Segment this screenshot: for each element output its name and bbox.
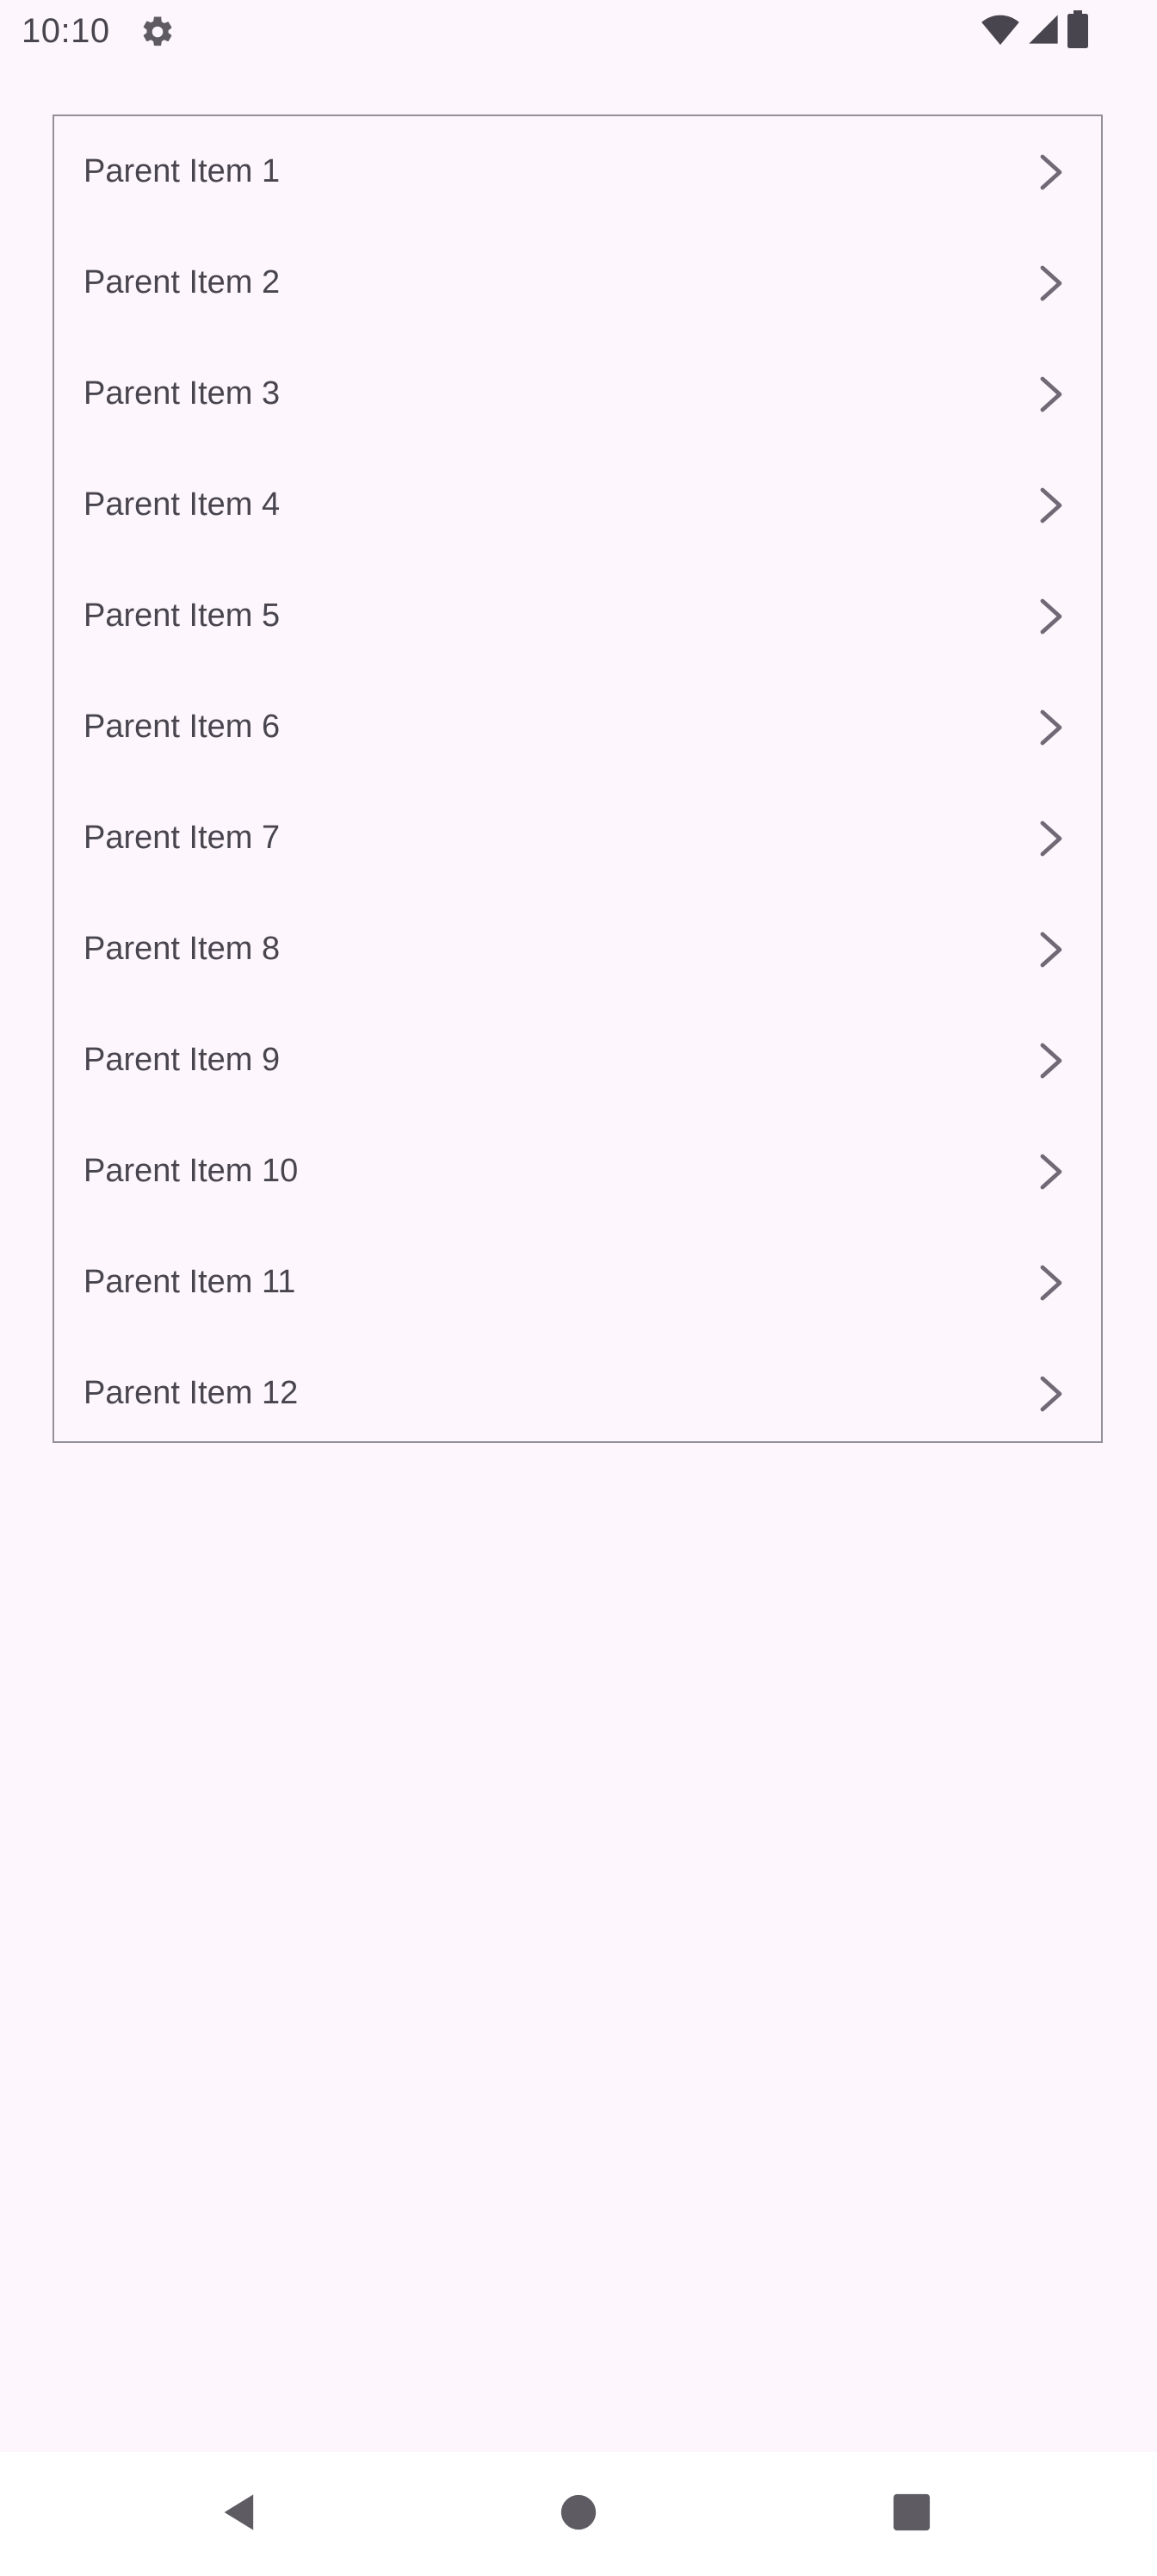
gear-icon — [139, 14, 176, 50]
battery-icon — [1067, 9, 1088, 53]
list-item[interactable]: Parent Item 1 — [54, 116, 1101, 227]
chevron-right-icon — [1034, 707, 1068, 748]
list-item[interactable]: Parent Item 5 — [54, 560, 1101, 672]
list-item[interactable]: Parent Item 12 — [54, 1338, 1101, 1449]
list-item-label: Parent Item 1 — [84, 153, 281, 189]
chevron-right-icon — [1034, 263, 1068, 304]
chevron-right-icon — [1034, 1151, 1068, 1192]
list-item[interactable]: Parent Item 10 — [54, 1116, 1101, 1227]
list-item[interactable]: Parent Item 8 — [54, 894, 1101, 1005]
navigation-bar — [0, 2452, 1157, 2576]
list-item[interactable]: Parent Item 3 — [54, 338, 1101, 449]
chevron-right-icon — [1034, 152, 1068, 193]
list-item-label: Parent Item 11 — [84, 1264, 296, 1300]
list-item-label: Parent Item 5 — [84, 598, 281, 634]
chevron-right-icon — [1034, 1373, 1068, 1415]
list-item[interactable]: Parent Item 4 — [54, 449, 1101, 560]
list-item-label: Parent Item 7 — [84, 820, 281, 856]
home-button[interactable] — [548, 2483, 609, 2545]
list-item[interactable]: Parent Item 6 — [54, 672, 1101, 783]
chevron-right-icon — [1034, 1040, 1068, 1081]
chevron-right-icon — [1034, 374, 1068, 415]
list-item-label: Parent Item 4 — [84, 486, 281, 523]
list-item[interactable]: Parent Item 9 — [54, 1005, 1101, 1116]
chevron-right-icon — [1034, 929, 1068, 970]
list-item-label: Parent Item 6 — [84, 709, 281, 745]
list-item-label: Parent Item 9 — [84, 1042, 281, 1078]
back-button[interactable] — [209, 2483, 271, 2545]
list-item-label: Parent Item 10 — [84, 1153, 299, 1189]
chevron-right-icon — [1034, 818, 1068, 859]
cellular-signal-icon — [1026, 12, 1061, 51]
chevron-right-icon — [1034, 1262, 1068, 1303]
status-icons — [981, 9, 1088, 53]
list-item[interactable]: Parent Item 2 — [54, 227, 1101, 338]
list-item[interactable]: Parent Item 7 — [54, 783, 1101, 894]
list-item-label: Parent Item 12 — [84, 1375, 299, 1411]
recents-button[interactable] — [881, 2483, 943, 2545]
chevron-right-icon — [1034, 485, 1068, 526]
status-time: 10:10 — [22, 12, 110, 50]
wifi-icon — [981, 12, 1019, 51]
list-item-label: Parent Item 3 — [84, 375, 281, 412]
home-icon — [560, 2493, 597, 2536]
parent-items-list: Parent Item 1 Parent Item 2 Parent Item 3 P… — [53, 115, 1103, 1443]
recents-icon — [892, 2492, 931, 2536]
list-item-label: Parent Item 2 — [84, 264, 281, 300]
list-item-label: Parent Item 8 — [84, 931, 281, 967]
status-bar: 10:10 — [0, 0, 1157, 62]
chevron-right-icon — [1034, 596, 1068, 637]
back-icon — [218, 2490, 263, 2539]
list-item[interactable]: Parent Item 11 — [54, 1227, 1101, 1338]
